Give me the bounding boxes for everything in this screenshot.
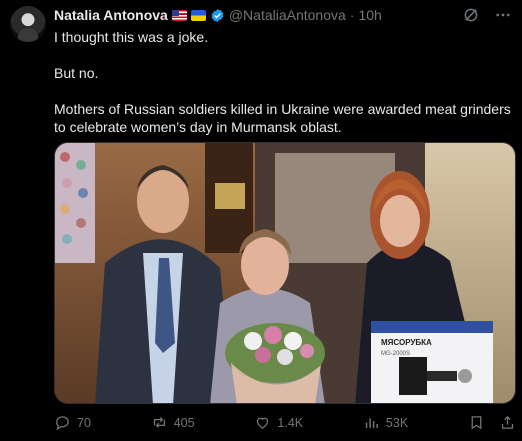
views-icon xyxy=(365,418,378,429)
tweet-paragraph: I thought this was a joke. xyxy=(54,29,209,45)
tweet-header: Natalia Antonova @NataliaAntonova · 10h xyxy=(54,6,382,24)
tweet-time[interactable]: 10h xyxy=(358,7,381,23)
repost-button[interactable]: 405 xyxy=(151,414,195,431)
photo-image: МЯСОРУБКА MG-2000S xyxy=(55,143,515,403)
avatar[interactable] xyxy=(10,6,46,42)
verified-badge-icon xyxy=(211,8,224,22)
share-icon[interactable] xyxy=(499,414,516,431)
views-count: 53K xyxy=(385,415,409,430)
like-icon xyxy=(257,417,269,429)
author-handle[interactable]: @NataliaAntonova xyxy=(229,7,346,23)
reply-icon xyxy=(56,416,69,431)
box-brand-label: МЯСОРУБКА xyxy=(381,338,432,347)
more-icon[interactable] xyxy=(494,6,512,24)
tweet-paragraph: Mothers of Russian soldiers killed in Uk… xyxy=(54,101,511,135)
separator-dot: · xyxy=(349,7,355,23)
like-count: 1.4K xyxy=(277,415,304,430)
box-model-label: MG-2000S xyxy=(381,351,410,357)
views-button[interactable]: 53K xyxy=(363,414,408,431)
like-button[interactable]: 1.4K xyxy=(254,414,303,431)
repost-count: 405 xyxy=(173,415,195,430)
tweet: Natalia Antonova @NataliaAntonova · 10h … xyxy=(0,0,522,441)
top-actions xyxy=(462,6,512,24)
flag-us-icon xyxy=(171,9,187,21)
reply-button[interactable]: 70 xyxy=(54,414,91,431)
author-name[interactable]: Natalia Antonova xyxy=(54,7,168,23)
grok-icon[interactable] xyxy=(462,6,480,24)
tweet-paragraph: But no. xyxy=(54,65,99,81)
bookmark-icon[interactable] xyxy=(468,414,485,431)
tweet-text: I thought this was a joke. But no. Mothe… xyxy=(54,28,514,154)
tweet-photo[interactable]: МЯСОРУБКА MG-2000S xyxy=(54,142,516,404)
footer-right xyxy=(468,414,516,431)
tweet-actions: 70 405 1.4K 53K xyxy=(54,414,516,431)
flag-ua-icon xyxy=(190,9,206,21)
repost-icon xyxy=(153,417,165,428)
reply-count: 70 xyxy=(77,415,91,430)
